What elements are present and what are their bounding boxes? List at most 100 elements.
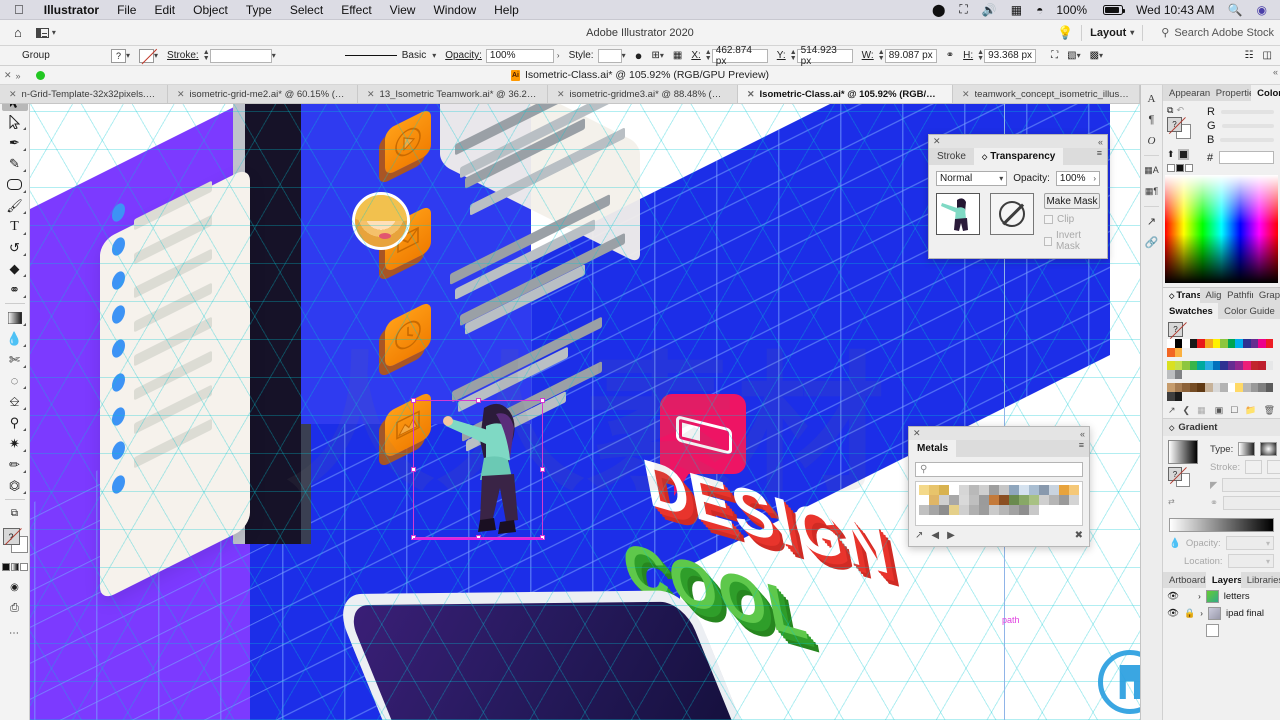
- opacity-group[interactable]: Opacity: 100% ›: [445, 48, 560, 63]
- default-fill-stroke-icon[interactable]: ↶: [1176, 105, 1184, 116]
- swatch[interactable]: [1250, 361, 1259, 370]
- swatch[interactable]: [1242, 339, 1251, 348]
- edit-toolbar-ellipsis[interactable]: ⋯: [2, 623, 28, 644]
- swatch[interactable]: [969, 505, 979, 515]
- swatch[interactable]: [1220, 383, 1228, 392]
- apple-logo-icon[interactable]: : [0, 3, 35, 16]
- metals-search-input[interactable]: ⚲: [915, 462, 1083, 477]
- color-button[interactable]: [1, 563, 10, 571]
- swatch[interactable]: [1212, 339, 1221, 348]
- swatch[interactable]: [1029, 495, 1039, 505]
- style-group[interactable]: Style: ▾: [569, 48, 626, 63]
- shape-builder-tool[interactable]: ◆: [2, 258, 28, 279]
- swatch[interactable]: [919, 505, 929, 515]
- opacity-input[interactable]: 100% ›: [1055, 171, 1100, 186]
- x-position-group[interactable]: X: ▲ ▼ 462.874 px: [691, 45, 768, 67]
- gradient-tool[interactable]: [2, 307, 28, 328]
- fill-color-swatch[interactable]: ?: [1168, 467, 1182, 481]
- swatch[interactable]: [1204, 339, 1213, 348]
- swatch[interactable]: [999, 495, 1009, 505]
- swatch[interactable]: [1019, 495, 1029, 505]
- gradient-preview[interactable]: [1168, 440, 1198, 464]
- paragraph-styles-icon[interactable]: ▦¶: [1142, 182, 1162, 201]
- eye-icon[interactable]: 👁: [1167, 608, 1179, 619]
- swatch[interactable]: [1167, 339, 1175, 348]
- make-mask-icon[interactable]: ▩ ▾: [1090, 50, 1103, 61]
- swatch[interactable]: [939, 485, 949, 495]
- new-swatch-icon[interactable]: 📁: [1245, 405, 1256, 416]
- channel-r[interactable]: R: [1205, 105, 1276, 119]
- home-icon[interactable]: ⌂: [0, 25, 32, 40]
- swatch[interactable]: [1049, 485, 1059, 495]
- swatch[interactable]: [1197, 383, 1205, 392]
- swatch[interactable]: [1204, 361, 1213, 370]
- swatch[interactable]: [989, 495, 999, 505]
- hex-input[interactable]: [1219, 151, 1274, 164]
- channel-g[interactable]: G: [1205, 119, 1276, 133]
- swatch[interactable]: [1227, 339, 1236, 348]
- swatch[interactable]: [1189, 339, 1198, 348]
- swatch[interactable]: [1189, 383, 1198, 392]
- lock-icon[interactable]: 🔒: [1184, 608, 1195, 619]
- opentype-icon[interactable]: O: [1142, 131, 1162, 150]
- gradient-eyedropper-icon[interactable]: 💧: [1169, 538, 1181, 549]
- selection-handle-w[interactable]: [411, 467, 416, 472]
- clock[interactable]: Wed 10:43 AM: [1130, 3, 1221, 17]
- tab-pathfinder[interactable]: Pathfinder: [1221, 288, 1253, 303]
- close-icon[interactable]: ✕: [747, 89, 755, 100]
- constrain-proportions-icon[interactable]: ⚭: [946, 50, 954, 61]
- gradient-type-radial[interactable]: [1260, 442, 1278, 456]
- swatch[interactable]: [1174, 383, 1183, 392]
- layer-row-empty[interactable]: [1163, 622, 1280, 639]
- swap-fill-stroke-icon[interactable]: ⧉: [1167, 105, 1173, 116]
- scissors-tool[interactable]: ✄: [2, 349, 28, 370]
- black-swatch[interactable]: [1177, 149, 1189, 160]
- swatch[interactable]: [919, 485, 929, 495]
- zoom-tool[interactable]: ⚲: [2, 412, 28, 433]
- menu-illustrator[interactable]: Illustrator: [35, 3, 108, 17]
- clip-checkbox[interactable]: Clip: [1044, 214, 1100, 225]
- menu-file[interactable]: File: [108, 3, 145, 17]
- stroke-weight-input[interactable]: [209, 48, 272, 63]
- artwork-thumbnail[interactable]: [936, 193, 980, 235]
- chevron-right-icon[interactable]: ›: [1198, 592, 1201, 601]
- swatch[interactable]: [1059, 485, 1069, 495]
- delete-swatch-icon[interactable]: 🗑: [1264, 405, 1275, 416]
- none-button[interactable]: [1167, 164, 1175, 172]
- swatch[interactable]: [959, 505, 969, 515]
- swatch[interactable]: [1069, 495, 1079, 505]
- close-icon[interactable]: ✕: [962, 89, 970, 100]
- close-icon[interactable]: ✕: [913, 428, 921, 439]
- swatch[interactable]: [1182, 339, 1190, 348]
- document-tab[interactable]: ✕ teamwork_concept_isometric_illustr...: [953, 85, 1140, 103]
- swatch[interactable]: [979, 495, 989, 505]
- swatch[interactable]: [1009, 495, 1019, 505]
- swatch[interactable]: [1220, 361, 1228, 370]
- swatch[interactable]: [1174, 348, 1183, 357]
- character-styles-icon[interactable]: ▦A: [1142, 161, 1162, 180]
- spotlight-search-icon[interactable]: 🔍: [1221, 3, 1250, 17]
- fill-color-swatch[interactable]: ?: [1167, 117, 1182, 132]
- type-tool[interactable]: T: [2, 216, 28, 237]
- swatches-row-1[interactable]: [1163, 337, 1280, 359]
- width-group[interactable]: W: ▲ ▼ 89.087 px: [862, 48, 937, 63]
- style-chevron-down-icon[interactable]: ▾: [622, 51, 626, 60]
- x-input[interactable]: 462.874 px: [711, 45, 768, 67]
- swatches-row-2[interactable]: [1163, 359, 1280, 381]
- color-spectrum[interactable]: [1165, 175, 1278, 283]
- swatch[interactable]: [1039, 485, 1049, 495]
- selection-bounding-box[interactable]: [411, 398, 545, 540]
- paragraph-icon[interactable]: ¶: [1142, 110, 1162, 129]
- swatch[interactable]: [1019, 505, 1029, 515]
- panel-menu-icon[interactable]: ≡: [1097, 149, 1102, 158]
- slider-r[interactable]: [1220, 110, 1274, 114]
- links-icon[interactable]: 🔗: [1142, 233, 1162, 252]
- eyedropper-tool[interactable]: 💧: [2, 328, 28, 349]
- opacity-input[interactable]: 100%: [485, 48, 554, 63]
- swatch[interactable]: [1242, 383, 1251, 392]
- selection-handle-nw[interactable]: [411, 398, 416, 403]
- menu-effect[interactable]: Effect: [332, 3, 380, 17]
- align-icon[interactable]: ⊞ ▾: [651, 50, 663, 61]
- document-tab[interactable]: ✕ n-Grid-Template-32x32pixels.ai* @ ...: [0, 85, 168, 103]
- h-stepper[interactable]: ▲ ▼: [977, 49, 984, 62]
